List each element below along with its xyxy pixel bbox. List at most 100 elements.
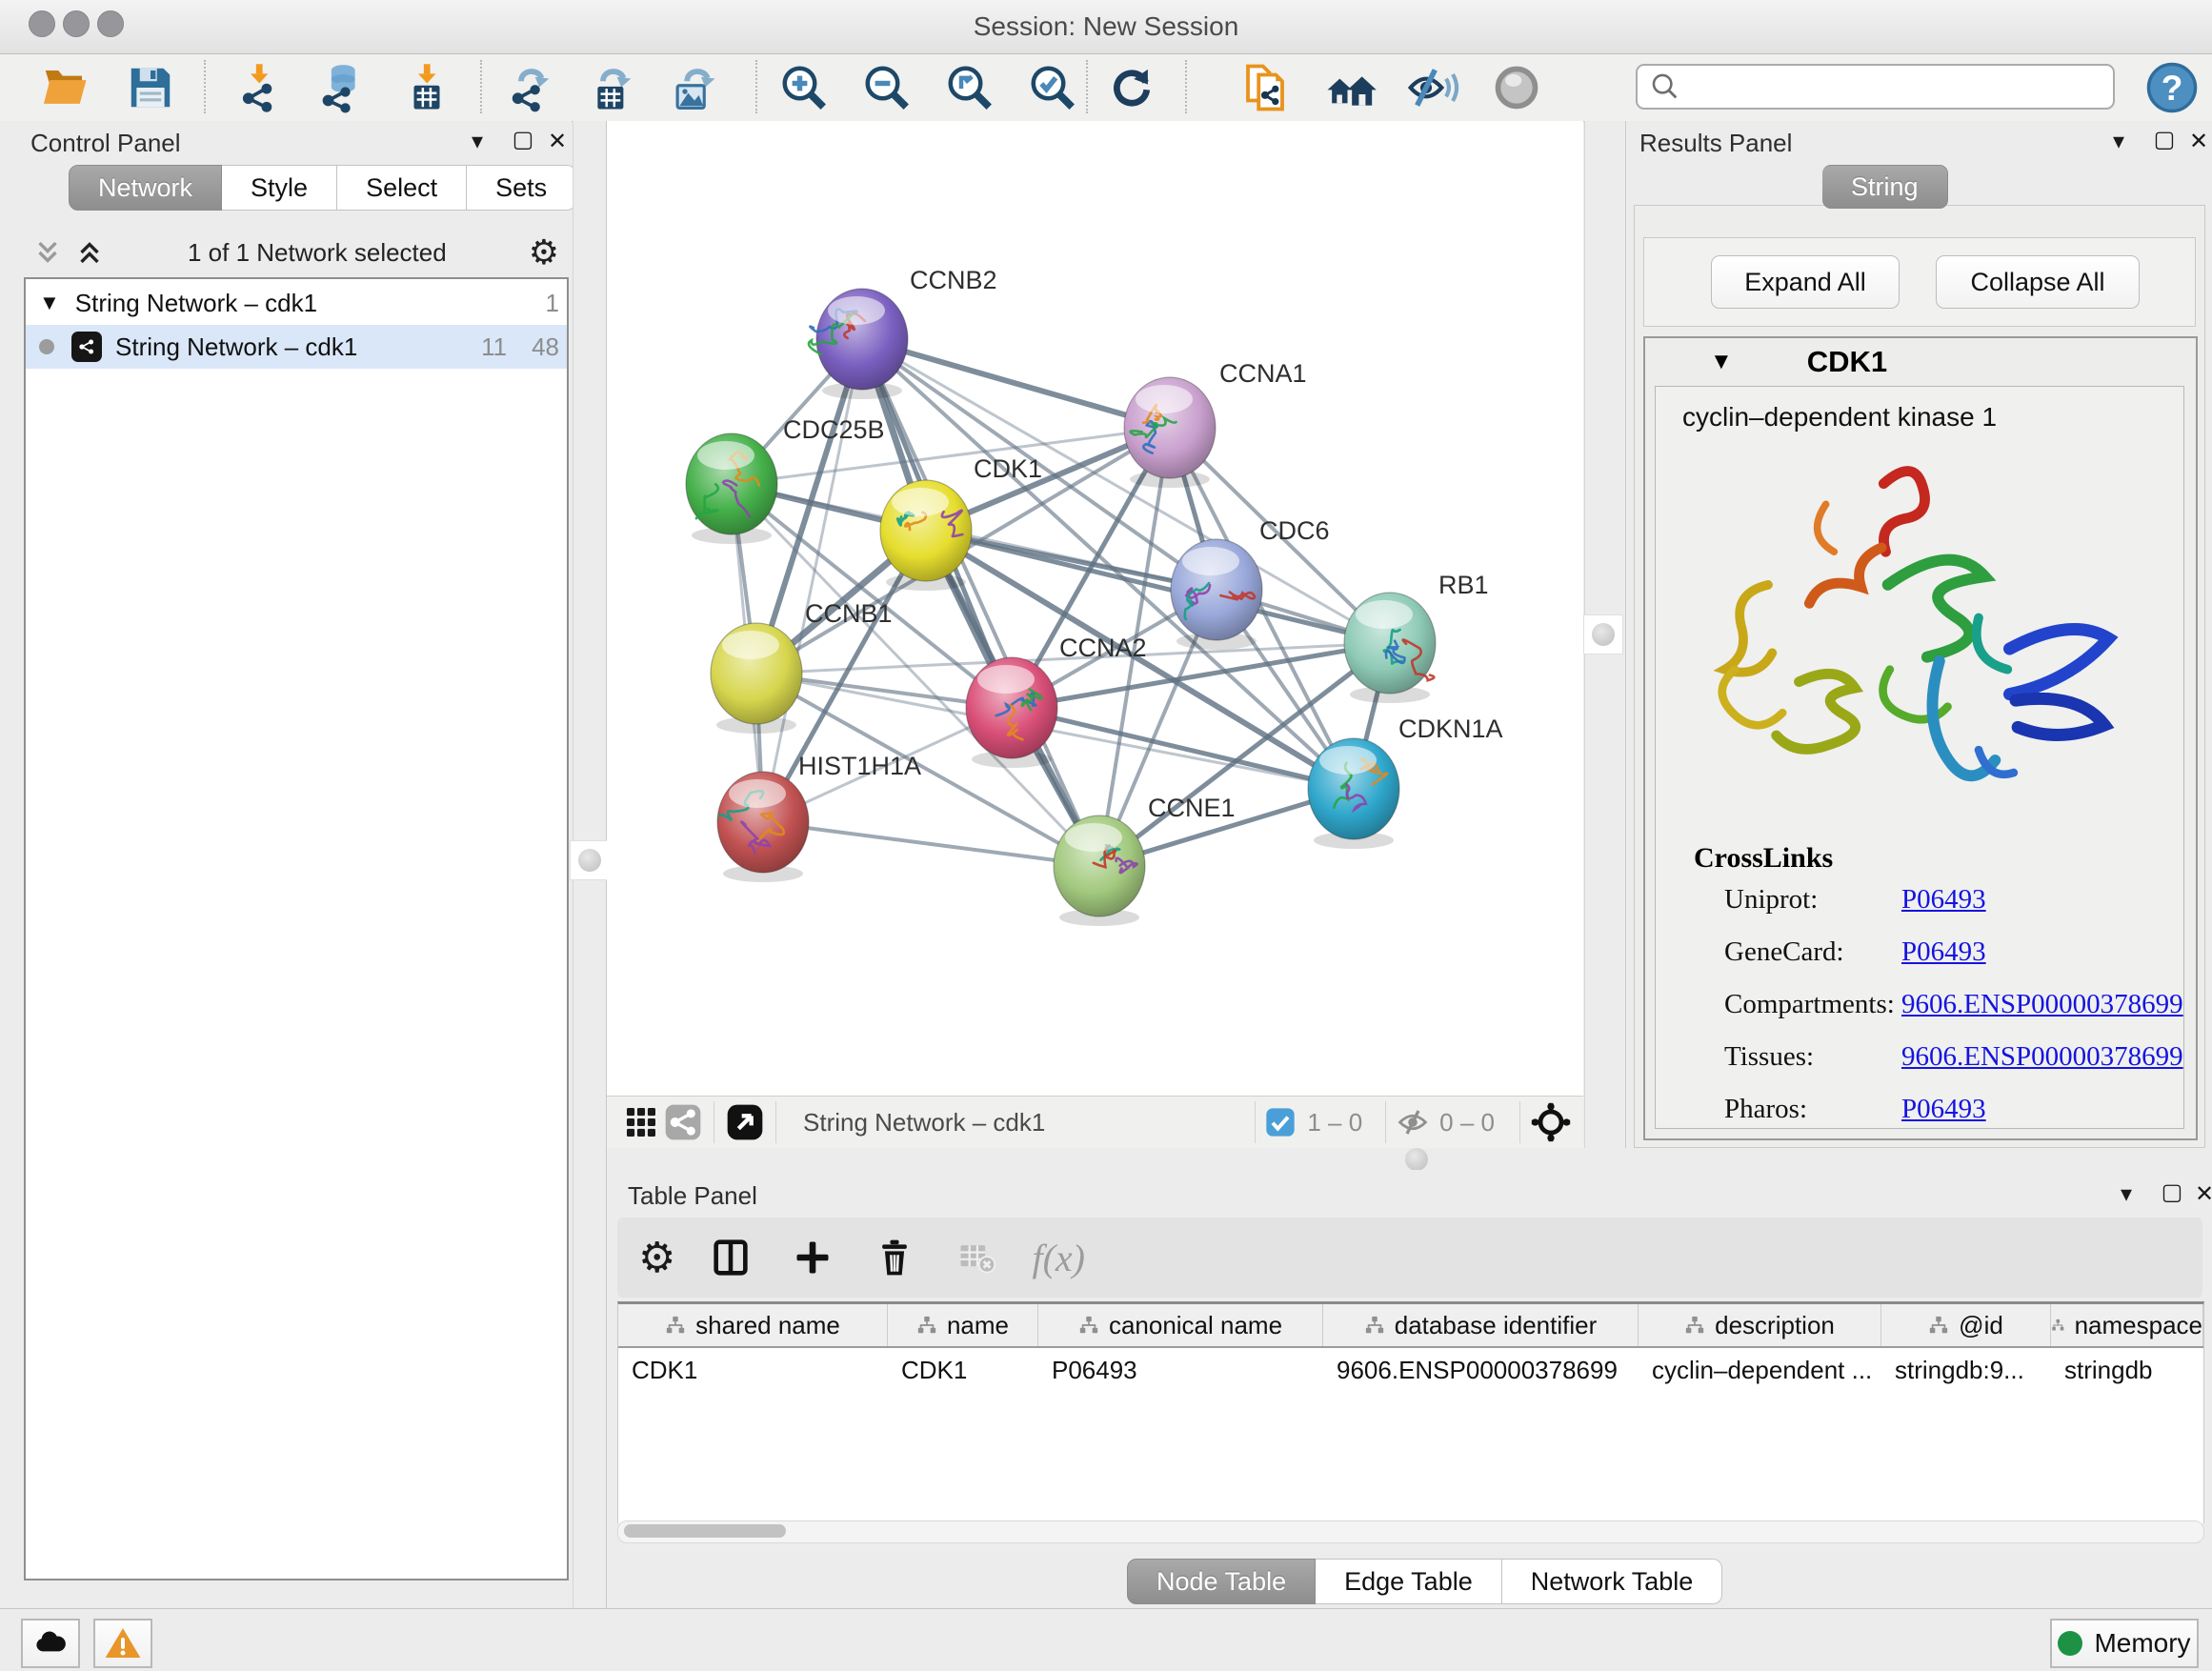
collection-expand-icon[interactable]: ▼ (39, 291, 60, 315)
memory-button[interactable]: Memory (2050, 1619, 2199, 1668)
apply-function-fx-icon[interactable]: f(x) (1032, 1236, 1085, 1280)
expand-all-chevron-icon[interactable] (73, 236, 106, 269)
table-cell[interactable]: 9606.ENSP00000378699 (1323, 1348, 1639, 1392)
table-row[interactable]: CDK1CDK1P064939606.ENSP00000378699cyclin… (618, 1348, 2203, 1392)
node-CCNA1[interactable]: CCNA1 (1124, 359, 1307, 488)
crosslink-link[interactable]: P06493 (1901, 936, 1986, 968)
gene-card-header[interactable]: ▼ CDK1 (1645, 338, 2196, 386)
close-panel-icon[interactable]: ✕ (2182, 125, 2212, 157)
export-network-button[interactable] (499, 58, 560, 117)
network-collection-row[interactable]: ▼ String Network – cdk1 1 (26, 279, 567, 325)
crosslink-link[interactable]: 9606.ENSP00000378699 (1901, 989, 2183, 1020)
share-document-button[interactable] (1235, 58, 1296, 117)
table-settings-gear-icon[interactable]: ⚙ (638, 1234, 675, 1282)
tab-select[interactable]: Select (337, 165, 467, 211)
refresh-style-button[interactable] (1101, 58, 1162, 117)
show-hide-details-button[interactable] (1402, 58, 1463, 117)
node-CCNE1[interactable]: CCNE1 (1054, 794, 1236, 926)
edge-HIST1H1A-CCNE1[interactable] (763, 822, 1099, 866)
show-columns-icon[interactable] (704, 1231, 757, 1284)
close-panel-icon[interactable]: ✕ (541, 125, 573, 157)
warning-status-button[interactable] (93, 1619, 152, 1668)
column-header-canonical-name[interactable]: canonical name (1038, 1304, 1323, 1346)
tab-node-table[interactable]: Node Table (1127, 1559, 1316, 1604)
import-network-database-button[interactable] (311, 58, 372, 117)
table-horizontal-scrollbar[interactable] (617, 1520, 2204, 1543)
save-session-button[interactable] (120, 58, 181, 117)
scrollbar-thumb[interactable] (624, 1524, 786, 1538)
table-cell[interactable]: CDK1 (888, 1348, 1038, 1392)
node-CDC6[interactable]: CDC6 (1171, 516, 1330, 650)
left-splitter-handle[interactable] (570, 840, 610, 880)
search-input[interactable] (1681, 71, 2113, 103)
node-CCNB2[interactable]: CCNB2 (809, 266, 997, 399)
column-header-namespace[interactable]: namespace (2051, 1304, 2203, 1346)
crosslink-link[interactable]: P06493 (1901, 1094, 1986, 1125)
tab-sets[interactable]: Sets (467, 165, 576, 211)
float-panel-icon[interactable]: ▾ (2110, 1178, 2142, 1210)
node-HIST1H1A[interactable]: HIST1H1A (717, 752, 921, 882)
zoom-in-button[interactable] (774, 58, 835, 117)
crosslink-link[interactable]: 9606.ENSP00000378699 (1901, 1041, 2183, 1073)
grid-view-icon[interactable] (620, 1101, 662, 1143)
node-CDKN1A[interactable]: CDKN1A (1308, 715, 1503, 849)
help-button[interactable]: ? (2142, 58, 2202, 117)
delete-table-icon[interactable] (950, 1231, 1003, 1284)
selected-checkbox-icon[interactable] (1265, 1107, 1296, 1137)
column-header-name[interactable]: name (888, 1304, 1038, 1346)
table-cell[interactable]: cyclin–dependent ... (1639, 1348, 1881, 1392)
expand-all-button[interactable]: Expand All (1711, 255, 1900, 309)
collapse-all-chevron-icon[interactable] (31, 236, 64, 269)
delete-column-trash-icon[interactable] (868, 1231, 921, 1284)
bottom-splitter[interactable] (607, 1148, 2212, 1170)
export-table-button[interactable] (581, 58, 642, 117)
network-canvas[interactable]: CCNB2CCNA1CDC25BCDK1CDC6RB1CCNB1CCNA2CDK… (607, 121, 1583, 1096)
tab-network[interactable]: Network (69, 165, 222, 211)
birds-eye-view-icon[interactable] (724, 1101, 766, 1143)
lens-button[interactable] (1486, 58, 1547, 117)
close-panel-icon[interactable]: ✕ (2188, 1178, 2212, 1210)
add-column-icon[interactable] (786, 1231, 839, 1284)
zoom-out-button[interactable] (856, 58, 917, 117)
column-header-database-identifier[interactable]: database identifier (1323, 1304, 1639, 1346)
tab-style[interactable]: Style (222, 165, 337, 211)
float-panel-icon[interactable]: ▾ (461, 125, 493, 157)
open-session-button[interactable] (34, 58, 95, 117)
network-row-selected[interactable]: String Network – cdk1 11 48 (26, 325, 567, 369)
fit-selected-crosshair-icon[interactable] (1530, 1101, 1572, 1143)
zoom-fit-button[interactable] (939, 58, 1000, 117)
edge-CCNB2-HIST1H1A[interactable] (763, 339, 862, 822)
import-table-file-button[interactable] (396, 58, 457, 117)
show-starter-panel-button[interactable] (1320, 58, 1381, 117)
table-cell[interactable]: CDK1 (618, 1348, 888, 1392)
tab-string[interactable]: String (1822, 165, 1948, 209)
collapse-all-button[interactable]: Collapse All (1936, 255, 2140, 309)
import-network-file-button[interactable] (229, 58, 290, 117)
tab-edge-table[interactable]: Edge Table (1316, 1559, 1502, 1604)
table-cell[interactable]: stringdb:9... (1881, 1348, 2051, 1392)
table-cell[interactable]: P06493 (1038, 1348, 1323, 1392)
search-box[interactable] (1636, 64, 2115, 110)
column-header-shared-name[interactable]: shared name (618, 1304, 888, 1346)
column-header--id[interactable]: @id (1881, 1304, 2051, 1346)
table-cell[interactable]: stringdb (2051, 1348, 2203, 1392)
crosslink-link[interactable]: P06493 (1901, 884, 1986, 916)
collapse-gene-icon[interactable]: ▼ (1710, 349, 1733, 375)
node-RB1[interactable]: RB1 (1344, 571, 1489, 703)
export-image-button[interactable] (663, 58, 724, 117)
left-splitter[interactable] (573, 121, 607, 1608)
network-graph[interactable]: CCNB2CCNA1CDC25BCDK1CDC6RB1CCNB1CCNA2CDK… (607, 121, 1583, 1096)
column-header-description[interactable]: description (1639, 1304, 1881, 1346)
zoom-selected-button[interactable] (1022, 58, 1083, 117)
edge-CCNA2-CDKN1A[interactable] (1012, 708, 1354, 789)
tab-network-table[interactable]: Network Table (1502, 1559, 1723, 1604)
maximize-panel-icon[interactable]: ▢ (2148, 123, 2181, 155)
float-panel-icon[interactable]: ▾ (2102, 125, 2135, 157)
gear-icon[interactable]: ⚙ (529, 232, 559, 272)
edge-CCNB2-CCNE1[interactable] (862, 339, 1099, 866)
maximize-panel-icon[interactable]: ▢ (507, 123, 539, 155)
right-splitter-handle[interactable] (1583, 614, 1623, 654)
maximize-panel-icon[interactable]: ▢ (2156, 1176, 2188, 1208)
network-view-icon[interactable] (662, 1101, 704, 1143)
cloud-status-button[interactable] (21, 1619, 80, 1668)
